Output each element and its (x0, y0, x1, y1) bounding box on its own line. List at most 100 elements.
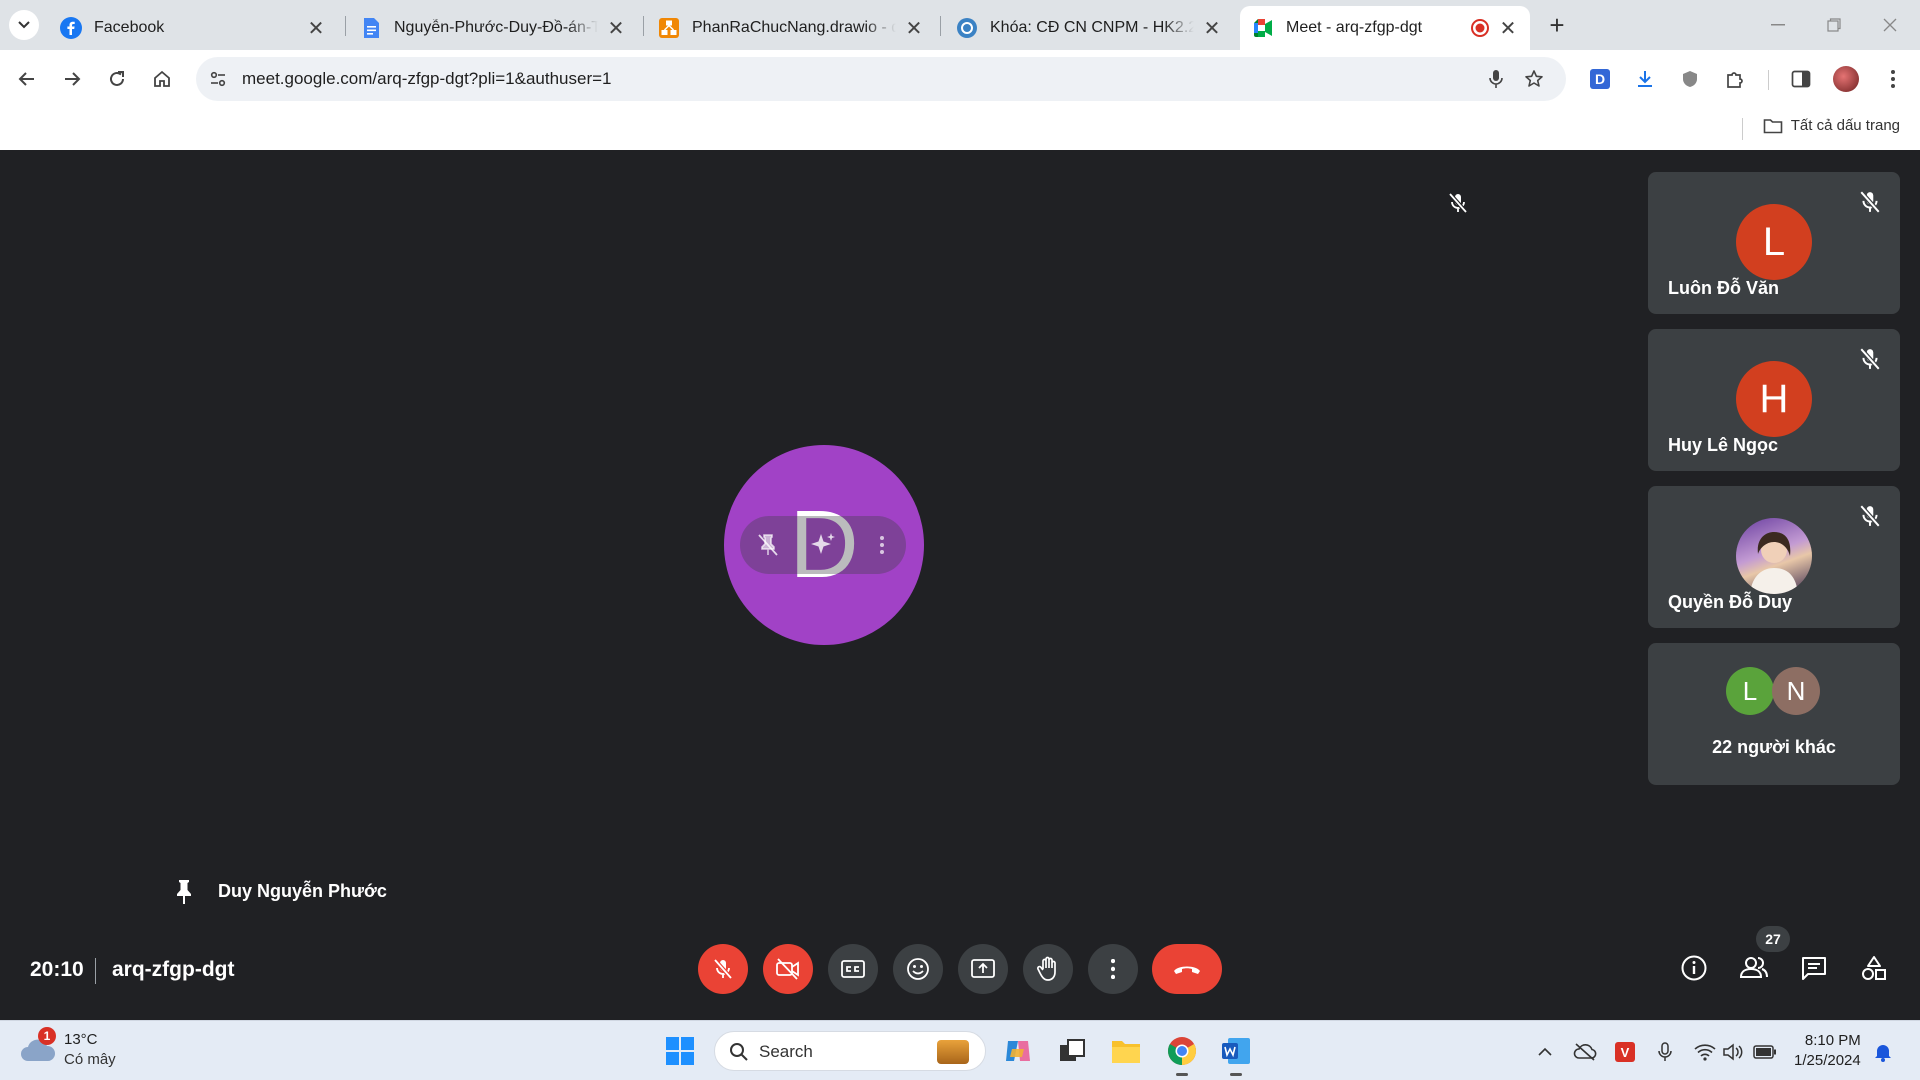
file-explorer-app[interactable] (1106, 1031, 1146, 1071)
all-bookmarks-button[interactable]: Tất cả dấu trang (1763, 117, 1900, 134)
wifi-tray[interactable] (1692, 1039, 1718, 1065)
address-bar[interactable]: meet.google.com/arq-zfgp-dgt?pli=1&authu… (196, 57, 1566, 101)
tab-search-button[interactable] (9, 10, 39, 40)
meeting-details-button[interactable] (1676, 950, 1712, 986)
close-tab-icon[interactable]: ✕ (902, 16, 926, 40)
new-tab-button[interactable]: + (1542, 10, 1572, 40)
camera-toggle-button[interactable] (763, 944, 813, 994)
download-icon[interactable] (1628, 62, 1662, 96)
battery-tray[interactable] (1752, 1039, 1778, 1065)
drawio-icon (659, 18, 679, 38)
notifications-tray[interactable] (1870, 1039, 1896, 1065)
back-button[interactable] (10, 62, 44, 96)
raise-hand-button[interactable] (1023, 944, 1073, 994)
clock-widget[interactable]: 8:10 PM 1/25/2024 (1794, 1031, 1861, 1071)
activities-button[interactable] (1856, 950, 1892, 986)
browser-tab-meet[interactable]: Meet - arq-zfgp-dgt ✕ (1240, 6, 1530, 50)
more-options-button[interactable] (1088, 944, 1138, 994)
extension-shield-icon[interactable] (1673, 62, 1707, 96)
reload-button[interactable] (100, 62, 134, 96)
minimize-button[interactable] (1750, 0, 1806, 50)
mic-icon (1658, 1042, 1672, 1061)
bookmark-star-icon[interactable] (1520, 65, 1548, 93)
chat-icon (1802, 957, 1826, 980)
microphone-toggle-button[interactable] (698, 944, 748, 994)
task-view-app[interactable] (1052, 1031, 1092, 1071)
others-tile[interactable]: L N 22 người khác (1648, 643, 1900, 785)
activities-icon (1862, 956, 1886, 980)
taskbar-search[interactable]: Search (714, 1031, 986, 1071)
browser-tab-docs[interactable]: Nguyễn-Phước-Duy-Đồ-án-TN... ✕ (348, 6, 638, 50)
side-panel-icon[interactable] (1784, 62, 1818, 96)
arrow-back-icon (18, 72, 34, 86)
bell-icon (1875, 1045, 1891, 1062)
close-tab-icon[interactable]: ✕ (1200, 16, 1224, 40)
close-tab-icon[interactable]: ✕ (1496, 16, 1520, 40)
browser-toolbar: meet.google.com/arq-zfgp-dgt?pli=1&authu… (0, 50, 1920, 108)
present-screen-button[interactable] (958, 944, 1008, 994)
close-window-button[interactable] (1862, 0, 1918, 50)
minimize-icon (1771, 24, 1785, 26)
browser-menu-icon[interactable] (1876, 62, 1910, 96)
avatar-letter: L (1762, 219, 1786, 264)
mic-off-icon (1444, 189, 1472, 217)
tab-title: Meet - arq-zfgp-dgt (1286, 19, 1423, 36)
chat-button[interactable] (1796, 950, 1832, 986)
microphone-tray[interactable] (1652, 1039, 1678, 1065)
participant-tile[interactable]: Quyền Đỗ Duy (1648, 486, 1900, 628)
participant-tile[interactable]: L Luôn Đỗ Văn (1648, 172, 1900, 314)
visual-effects-button[interactable] (806, 529, 840, 561)
tile-more-options-icon[interactable] (872, 531, 892, 559)
more-vert-icon (1111, 959, 1115, 979)
participant-tile[interactable]: H Huy Lê Ngọc (1648, 329, 1900, 471)
voice-search-icon[interactable] (1482, 65, 1510, 93)
toolbar-divider (1768, 70, 1769, 90)
browser-tab-drawio[interactable]: PhanRaChucNang.drawio - draw ✕ (646, 6, 936, 50)
browser-tab-facebook[interactable]: Facebook ✕ (48, 6, 338, 50)
emoji-reactions-button[interactable] (893, 944, 943, 994)
windows-taskbar: 1 13°C Có mây Search V 8:10 PM 1/25/2024 (0, 1020, 1920, 1080)
copilot-app[interactable] (998, 1031, 1038, 1071)
restore-button[interactable] (1806, 0, 1862, 50)
meeting-code: arq-zfgp-dgt (112, 958, 235, 981)
chrome-icon (1168, 1037, 1196, 1065)
captions-button[interactable] (828, 944, 878, 994)
chrome-app[interactable] (1162, 1031, 1202, 1071)
arrow-forward-icon (65, 72, 81, 86)
tab-separator (940, 16, 941, 36)
onedrive-tray[interactable] (1572, 1039, 1598, 1065)
extensions-puzzle-icon[interactable] (1718, 62, 1752, 96)
show-hidden-icons[interactable] (1532, 1039, 1558, 1065)
start-button[interactable] (660, 1031, 700, 1071)
dictionary-extension-icon[interactable]: D (1583, 62, 1617, 96)
site-settings-icon[interactable] (206, 67, 230, 91)
taskbar-date: 1/25/2024 (1794, 1052, 1861, 1069)
clock-divider (95, 958, 96, 984)
tab-title: PhanRaChucNang.drawio - draw (692, 19, 896, 36)
weather-widget[interactable]: 1 13°C Có mây (20, 1027, 160, 1073)
close-tab-icon[interactable]: ✕ (604, 16, 628, 40)
tab-title: Facebook (94, 19, 165, 36)
forward-button[interactable] (55, 62, 89, 96)
avatar-letter: N (1786, 675, 1806, 706)
word-app[interactable] (1216, 1031, 1256, 1071)
mic-off-icon (1859, 190, 1881, 214)
battery-icon (1753, 1045, 1776, 1059)
running-indicator (1176, 1073, 1188, 1076)
close-tab-icon[interactable]: ✕ (304, 16, 328, 40)
volume-tray[interactable] (1720, 1039, 1746, 1065)
chevron-down-icon (18, 21, 30, 29)
unpin-button[interactable] (754, 531, 782, 559)
home-button[interactable] (145, 62, 179, 96)
sparkle-icon (811, 533, 835, 554)
others-avatar: N (1772, 667, 1820, 715)
participant-avatar: H (1736, 361, 1812, 437)
participant-name: Huy Lê Ngọc (1668, 435, 1779, 455)
people-button[interactable] (1736, 950, 1772, 986)
profile-avatar[interactable] (1829, 62, 1863, 96)
leave-call-button[interactable] (1152, 944, 1222, 994)
vivaldi-tray[interactable]: V (1612, 1039, 1638, 1065)
hand-icon (1037, 956, 1056, 981)
browser-tab-course[interactable]: Khóa: CĐ CN CNPM - HK2.2024 ✕ (944, 6, 1234, 50)
chevron-up-icon (1538, 1047, 1552, 1056)
